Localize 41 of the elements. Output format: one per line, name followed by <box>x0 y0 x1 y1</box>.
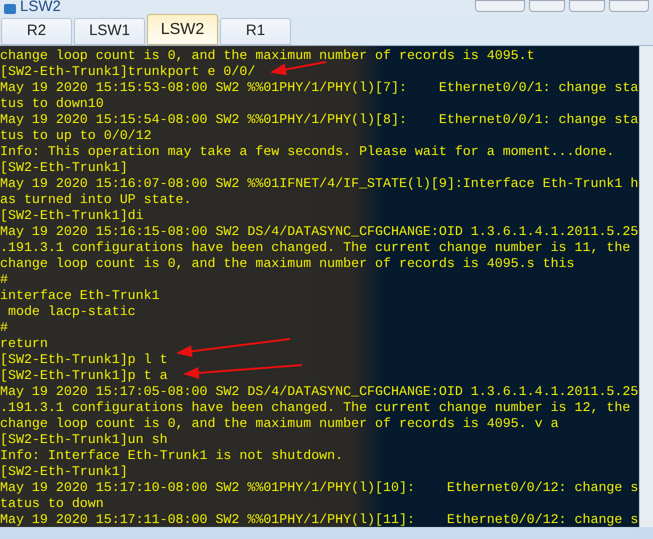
terminal-line: [SW2-Eth-Trunk1]trunkport e 0/0/ <box>0 64 256 80</box>
terminal-line: tus to down10 <box>0 96 105 112</box>
terminal-line: [SW2-Eth-Trunk1] <box>0 160 129 176</box>
terminal-line: return <box>0 336 49 352</box>
terminal-line: [SW2-Eth-Trunk1]un sh <box>0 432 169 448</box>
terminal-line: interface Eth-Trunk1 <box>0 288 161 304</box>
terminal-line: Info: Interface Eth-Trunk1 is not shutdown. <box>0 448 344 464</box>
scrollbar[interactable] <box>639 46 653 527</box>
tab[interactable]: R1 <box>220 18 291 45</box>
maximize-button[interactable] <box>569 0 605 12</box>
terminal-line: change loop count is 0, and the maximum number of records is 4095.t <box>0 48 536 64</box>
terminal-line: Info: This operation may take a few seconds. Please wait for a moment...done. <box>0 144 616 160</box>
terminal-line: tatus to down <box>0 496 105 512</box>
terminal-line: # <box>0 320 9 336</box>
terminal-line: as turned into UP state. <box>0 192 193 208</box>
restore-button[interactable] <box>475 0 525 12</box>
terminal-line: tus to up to 0/0/12 <box>0 128 153 144</box>
terminal-line: change loop count is 0, and the maximum number of records is 4095.s this <box>0 256 576 272</box>
terminal-line: May 19 2020 15:17:11-08:00 SW2 %%01PHY/1/PHY(l)[11]: Ethernet0/0/12: change s <box>0 512 639 527</box>
app-icon <box>4 4 16 14</box>
terminal-line: [SW2-Eth-Trunk1]p l t <box>0 352 169 368</box>
tab[interactable]: R2 <box>1 18 72 45</box>
terminal-line: [SW2-Eth-Trunk1]p t a <box>0 368 169 384</box>
terminal-line: mode lacp-static <box>6 304 137 320</box>
terminal-line: May 19 2020 15:15:54-08:00 SW2 %%01PHY/1/PHY(l)[8]: Ethernet0/0/1: change sta <box>0 112 639 128</box>
terminal-line: May 19 2020 15:16:07-08:00 SW2 %%01IFNET/4/IF_STATE(l)[9]:Interface Eth-Trunk1 h <box>0 176 639 192</box>
minimize-button[interactable] <box>529 0 565 12</box>
terminal-line: # <box>0 272 9 288</box>
terminal-line: May 19 2020 15:16:15-08:00 SW2 DS/4/DATASYNC_CFGCHANGE:OID 1.3.6.1.4.1.2011.5.25 <box>0 224 639 240</box>
terminal-line: May 19 2020 15:17:10-08:00 SW2 %%01PHY/1/PHY(l)[10]: Ethernet0/0/12: change s <box>0 480 639 496</box>
window-title: LSW2 <box>20 0 61 14</box>
close-button[interactable] <box>609 0 649 12</box>
terminal-line: May 19 2020 15:17:05-08:00 SW2 DS/4/DATASYNC_CFGCHANGE:OID 1.3.6.1.4.1.2011.5.25 <box>0 384 639 400</box>
tab[interactable]: LSW2 <box>147 14 218 45</box>
tab[interactable]: LSW1 <box>74 18 145 45</box>
terminal-line: change loop count is 0, and the maximum number of records is 4095. v a <box>0 416 560 432</box>
terminal-line: [SW2-Eth-Trunk1]di <box>0 208 145 224</box>
terminal-line: .191.3.1 configurations have been changed. The current change number is 11, the <box>0 240 632 256</box>
terminal-line: .191.3.1 configurations have been changed. The current change number is 12, the <box>0 400 632 416</box>
terminal-line: [SW2-Eth-Trunk1] <box>0 464 129 480</box>
terminal-line: May 19 2020 15:15:53-08:00 SW2 %%01PHY/1/PHY(l)[7]: Ethernet0/0/1: change sta <box>0 80 639 96</box>
